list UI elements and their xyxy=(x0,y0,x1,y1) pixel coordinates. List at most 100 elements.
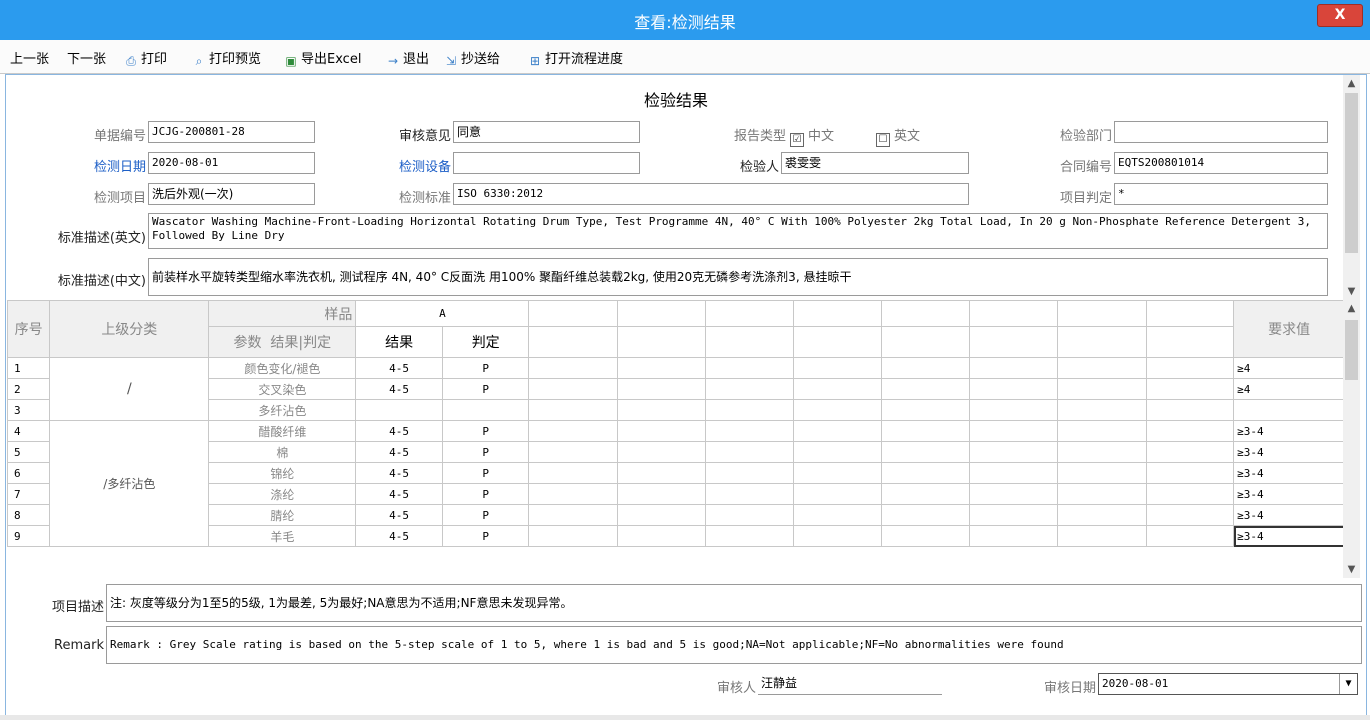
required-cell[interactable]: ≥4 xyxy=(1233,378,1345,400)
sample-a-header: A xyxy=(355,299,530,328)
review-date-label: 审核日期 xyxy=(1043,681,1096,696)
doc-no-field[interactable]: JCJG-200801-28 xyxy=(148,121,315,143)
judge-cell[interactable]: P xyxy=(441,462,530,484)
dept-label: 检验部门 xyxy=(1059,129,1112,144)
contract-no-field[interactable]: EQTS200801014 xyxy=(1114,152,1328,174)
required-cell[interactable]: ≥4 xyxy=(1233,357,1345,379)
table-row[interactable]: 2 交叉染色 4-5 P ≥4 xyxy=(6,378,1345,400)
chevron-down-icon[interactable]: ▼ xyxy=(1339,674,1357,694)
row-seq: 6 xyxy=(6,462,51,484)
scroll-down-icon[interactable]: ▼ xyxy=(1343,561,1360,578)
table-row[interactable]: 3 多纤沾色 xyxy=(6,399,1345,421)
report-en-checkbox[interactable]: ☐ 英文 xyxy=(876,125,920,147)
judge-cell[interactable]: P xyxy=(441,420,530,442)
category-header: 上级分类 xyxy=(49,300,210,358)
result-cell[interactable]: 4-5 xyxy=(355,504,443,526)
scroll-up-icon[interactable]: ▲ xyxy=(1343,300,1360,317)
result-cell[interactable]: 4-5 xyxy=(355,462,443,484)
prev-button[interactable]: 上一张 xyxy=(10,48,49,67)
sample-header: 样品 xyxy=(208,299,357,328)
bottom-strip xyxy=(0,715,1370,720)
required-cell[interactable] xyxy=(1233,399,1345,421)
judgement-field[interactable]: * xyxy=(1114,183,1328,205)
required-cell[interactable]: ≥3-4 xyxy=(1233,441,1345,463)
required-cell[interactable]: ≥3-4 xyxy=(1233,504,1345,526)
param-cell: 涤纶 xyxy=(208,483,357,505)
print-label: 打印 xyxy=(141,52,168,67)
contract-no-label: 合同编号 xyxy=(1059,160,1112,175)
inspector-field[interactable]: 裘雯雯 xyxy=(781,152,969,174)
row-seq: 7 xyxy=(6,483,51,505)
result-cell[interactable]: 4-5 xyxy=(355,441,443,463)
standard-field[interactable]: ISO 6330:2012 xyxy=(453,183,969,205)
item-desc-field[interactable]: 注: 灰度等级分为1至5的5级, 1为最差, 5为最好;NA意思为不适用;NF意… xyxy=(106,584,1362,622)
category-cell: / xyxy=(49,357,210,421)
result-header: 结果 xyxy=(355,326,443,358)
forward-icon: ⇲ xyxy=(445,54,457,68)
test-date-field[interactable]: 2020-08-01 xyxy=(148,152,315,174)
result-cell[interactable]: 4-5 xyxy=(355,420,443,442)
sub-col-empty xyxy=(617,326,706,358)
judge-cell[interactable]: P xyxy=(441,357,530,379)
print-preview-button[interactable]: ⌕ 打印预览 xyxy=(192,48,261,68)
test-date-label[interactable]: 检测日期 xyxy=(66,156,146,175)
review-date-select[interactable]: 2020-08-01 ▼ xyxy=(1098,673,1358,695)
report-cn-label: 中文 xyxy=(808,129,835,144)
judge-cell[interactable] xyxy=(441,399,530,421)
exit-button[interactable]: → 退出 xyxy=(386,48,429,68)
open-flow-label: 打开流程进度 xyxy=(545,52,624,67)
report-cn-checkbox[interactable]: ☑ 中文 xyxy=(790,125,834,147)
table-row[interactable]: 7 涤纶 4-5 P ≥3-4 xyxy=(6,483,1345,505)
grid-scrollbar[interactable]: ▲ ▼ xyxy=(1343,300,1360,578)
review-opinion-field[interactable]: 同意 xyxy=(453,121,640,143)
param-cell: 羊毛 xyxy=(208,525,357,547)
table-row[interactable]: 5 棉 4-5 P ≥3-4 xyxy=(6,441,1345,463)
row-seq: 2 xyxy=(6,378,51,400)
equipment-label[interactable]: 检测设备 xyxy=(366,156,451,175)
arrow-right-icon: → xyxy=(387,54,399,68)
test-item-field[interactable]: 洗后外观(一次) xyxy=(148,183,315,205)
judge-cell[interactable]: P xyxy=(441,441,530,463)
next-button[interactable]: 下一张 xyxy=(67,48,106,67)
close-button[interactable]: X xyxy=(1317,4,1363,27)
reviewer-field[interactable]: 汪静益 xyxy=(758,673,942,695)
required-cell[interactable]: ≥3-4 xyxy=(1233,525,1345,547)
window-titlebar: 查看:检测结果 X xyxy=(0,0,1370,40)
desc-cn-field[interactable]: 前装样水平旋转类型缩水率洗衣机, 测试程序 4N, 40° C反面洗 用100%… xyxy=(148,258,1328,296)
equipment-field[interactable] xyxy=(453,152,640,174)
export-excel-button[interactable]: ▣ 导出Excel xyxy=(284,48,361,68)
result-cell[interactable]: 4-5 xyxy=(355,483,443,505)
judge-cell[interactable]: P xyxy=(441,378,530,400)
required-cell[interactable]: ≥3-4 xyxy=(1233,462,1345,484)
result-cell[interactable] xyxy=(355,399,443,421)
item-desc-label: 项目描述 xyxy=(51,600,104,615)
checkbox-checked-icon: ☑ xyxy=(790,133,804,147)
required-cell[interactable]: ≥3-4 xyxy=(1233,483,1345,505)
judge-cell[interactable]: P xyxy=(441,483,530,505)
required-cell[interactable]: ≥3-4 xyxy=(1233,420,1345,442)
scroll-thumb[interactable] xyxy=(1345,320,1358,380)
table-row[interactable]: 9 羊毛 4-5 P ≥3-4 xyxy=(6,525,1345,547)
result-cell[interactable]: 4-5 xyxy=(355,378,443,400)
table-row[interactable]: 1 / 颜色变化/褪色 4-5 P ≥4 xyxy=(6,357,1345,421)
inspector-label: 检验人 xyxy=(739,160,779,175)
table-row[interactable]: 6 锦纶 4-5 P ≥3-4 xyxy=(6,462,1345,484)
print-button[interactable]: ⎙ 打印 xyxy=(124,48,167,68)
result-cell[interactable]: 4-5 xyxy=(355,357,443,379)
result-cell[interactable]: 4-5 xyxy=(355,525,443,547)
remark-field[interactable]: Remark : Grey Scale rating is based on t… xyxy=(106,626,1362,664)
judge-cell[interactable]: P xyxy=(441,525,530,547)
table-row[interactable]: 8 腈纶 4-5 P ≥3-4 xyxy=(6,504,1345,526)
row-seq: 1 xyxy=(6,357,51,379)
judge-cell[interactable]: P xyxy=(441,504,530,526)
review-opinion-label: 审核意见 xyxy=(398,129,451,144)
cc-button[interactable]: ⇲ 抄送给 xyxy=(444,48,500,68)
remark-label: Remark xyxy=(54,638,104,653)
open-flow-button[interactable]: ⊞ 打开流程进度 xyxy=(528,48,623,68)
dept-field[interactable] xyxy=(1114,121,1328,143)
sub-col-empty xyxy=(969,326,1058,358)
scroll-down-icon[interactable]: ▼ xyxy=(1343,283,1360,300)
desc-en-field[interactable]: Wascator Washing Machine-Front-Loading H… xyxy=(148,213,1328,249)
table-row[interactable]: 4 /多纤沾色 醋酸纤维 4-5 P ≥3-4 xyxy=(6,420,1345,547)
scroll-thumb[interactable] xyxy=(1345,93,1358,253)
